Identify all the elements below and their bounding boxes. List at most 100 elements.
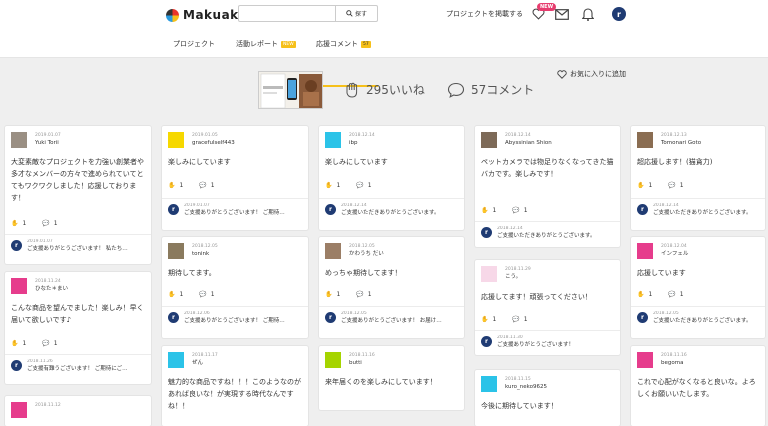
owner-reply[interactable]: r 2018.12.14 ご支援いただきありがとうございます。 [325, 203, 458, 217]
add-to-favorites-button[interactable]: お気に入りに追加 [557, 69, 626, 79]
divider [5, 354, 151, 355]
comments-count: 57コメント [471, 83, 535, 97]
reply-text: ご支援ありがとうございます！ ご期待… [184, 210, 285, 216]
divider [475, 330, 620, 331]
comment-card: 2018.11.24 ひなた＊まい こんな商品を望んでました！楽しみ！早く届いて欲… [5, 272, 151, 384]
makuake-logo[interactable]: Makuake [166, 7, 247, 23]
commenter-avatar[interactable] [325, 243, 341, 259]
commenter-name[interactable]: Tomonari Goto [661, 139, 701, 148]
commenter-avatar[interactable] [325, 132, 341, 148]
commenter-name[interactable]: ひなた＊まい [35, 285, 68, 294]
owner-reply[interactable]: r 2019.01.07 ご支援ありがとうございます！ ご期待… [168, 203, 302, 217]
comment-card: 2019.01.07 Yuki Torii 大変素敵なプロジェクトを力強い創業者や… [5, 126, 151, 264]
comment-count: 1 [367, 291, 372, 298]
user-avatar[interactable]: r [611, 6, 627, 22]
comment-icon[interactable]: 💬 [199, 291, 206, 298]
comment-icon[interactable]: 💬 [512, 207, 519, 214]
commenter-avatar[interactable] [481, 132, 497, 148]
commenter-avatar[interactable] [168, 243, 184, 259]
commenter-name[interactable]: Abyssinian Shion [505, 139, 552, 148]
commenter-name[interactable]: butti [349, 359, 375, 368]
reply-text: ご支援いただきありがとうございます。 [653, 318, 752, 324]
comment-icon[interactable]: 💬 [42, 340, 49, 347]
comment-icon[interactable]: 💬 [356, 291, 363, 298]
comment-text: 今後に期待しています！ [481, 402, 558, 410]
owner-reply[interactable]: r 2018.12.05 ご支援ありがとうございます！ お届け… [325, 311, 458, 325]
commenter-name[interactable]: begoma [661, 359, 687, 368]
commenter-avatar[interactable] [168, 132, 184, 148]
comment-count: 1 [679, 291, 684, 298]
project-thumbnail[interactable] [258, 71, 323, 109]
comment-icon[interactable]: 💬 [512, 316, 519, 323]
commenter-avatar[interactable] [168, 352, 184, 368]
divider [319, 306, 464, 307]
commenter-avatar[interactable] [481, 266, 497, 282]
commenter-name[interactable]: かわうち だい [349, 250, 384, 259]
commenter-avatar[interactable] [11, 278, 27, 294]
commenter-avatar[interactable] [637, 243, 653, 259]
commenter-name[interactable]: tonink [192, 250, 218, 259]
comment-text: 楽しみにしています [168, 158, 231, 166]
owner-reply[interactable]: r 2018.11.30 ご支援ありがとうございます！ [481, 335, 614, 349]
owner-avatar: r [168, 204, 179, 215]
tab-activity-report[interactable]: 活動レポート NEW [236, 39, 296, 49]
tab-comments[interactable]: 応援コメント 57 [316, 39, 371, 49]
comment-icon[interactable]: 💬 [199, 182, 206, 189]
comment-icon[interactable]: 💬 [42, 220, 49, 227]
commenter-name[interactable]: こう。 [505, 273, 531, 282]
comment-text: 楽しみにしています [325, 158, 388, 166]
commenter-avatar[interactable] [11, 132, 27, 148]
clap-icon[interactable]: ✋ [325, 291, 332, 298]
commenter-name[interactable]: ibp [349, 139, 375, 148]
bell-icon[interactable] [580, 6, 596, 22]
owner-reply[interactable]: r 2018.11.26 ご支援有難うございます！ ご期待にご… [11, 359, 145, 373]
search-button[interactable]: 探す [336, 5, 378, 22]
comment-text: めっちゃ期待してます！ [325, 269, 402, 277]
clap-icon[interactable]: ✋ [481, 316, 488, 323]
comment-date: 2018.11.16 [661, 353, 687, 358]
comment-icon[interactable]: 💬 [356, 182, 363, 189]
tab-activity-label: 活動レポート [236, 40, 278, 48]
commenter-name[interactable]: Yuki Torii [35, 139, 61, 148]
commenter-avatar[interactable] [481, 376, 497, 392]
clap-icon[interactable]: ✋ [168, 291, 175, 298]
owner-avatar: r [11, 360, 22, 371]
clap-icon[interactable]: ✋ [637, 291, 644, 298]
clap-icon[interactable]: ✋ [325, 182, 332, 189]
commenter-name[interactable]: インフェル [661, 250, 688, 259]
owner-reply[interactable]: r 2018.12.06 ご支援ありがとうございます！ ご期待… [168, 311, 302, 325]
search-input[interactable] [238, 5, 336, 22]
owner-reply[interactable]: r 2018.12.05 ご支援いただきありがとうございます。 [637, 311, 759, 325]
comment-text: 超応援します！(猫貪力) [637, 158, 713, 166]
comment-icon[interactable]: 💬 [668, 291, 675, 298]
owner-reply[interactable]: r 2018.12.14 ご支援いただきありがとうございます。 [637, 203, 759, 217]
owner-reply[interactable]: r 2018.12.14 ご支援いただきありがとうございます。 [481, 226, 614, 240]
commenter-name[interactable]: ぜん [192, 359, 218, 368]
clap-icon[interactable]: ✋ [637, 182, 644, 189]
comment-icon[interactable]: 💬 [668, 182, 675, 189]
post-project-link[interactable]: プロジェクトを掲載する [446, 9, 523, 19]
commenter-avatar[interactable] [325, 352, 341, 368]
comment-bubble-icon [447, 82, 465, 98]
tab-project[interactable]: プロジェクト [173, 39, 215, 49]
comment-text: 期待してます。 [168, 269, 216, 277]
activity-new-tag: NEW [281, 41, 296, 48]
commenter-avatar[interactable] [11, 402, 27, 418]
project-tabs: プロジェクト 活動レポート NEW 応援コメント 57 お気に入りに追加 [0, 30, 768, 87]
commenter-name[interactable]: kuro_neko9625 [505, 383, 547, 392]
clap-icon[interactable]: ✋ [11, 340, 18, 347]
like-count: 1 [336, 182, 341, 189]
comment-card: 2018.11.16 begoma これで心配がなくなると良いな。よろしくお願いい… [631, 346, 765, 426]
header: Makuake 探す プロジェクトを掲載する NEW r [0, 0, 768, 30]
commenter-avatar[interactable] [637, 352, 653, 368]
user-avatar-letter: r [612, 7, 626, 21]
mail-icon[interactable] [554, 6, 570, 22]
comment-date: 2018.11.15 [505, 377, 531, 382]
clap-icon[interactable]: ✋ [481, 207, 488, 214]
clap-icon[interactable]: ✋ [168, 182, 175, 189]
commenter-name[interactable]: gracefulself443 [192, 139, 235, 148]
clap-icon[interactable]: ✋ [11, 220, 18, 227]
commenter-avatar[interactable] [637, 132, 653, 148]
comment-date: 2018.12.05 [349, 244, 375, 249]
owner-reply[interactable]: r 2019.01.07 ご支援ありがとうございます！ 私たち… [11, 239, 145, 253]
